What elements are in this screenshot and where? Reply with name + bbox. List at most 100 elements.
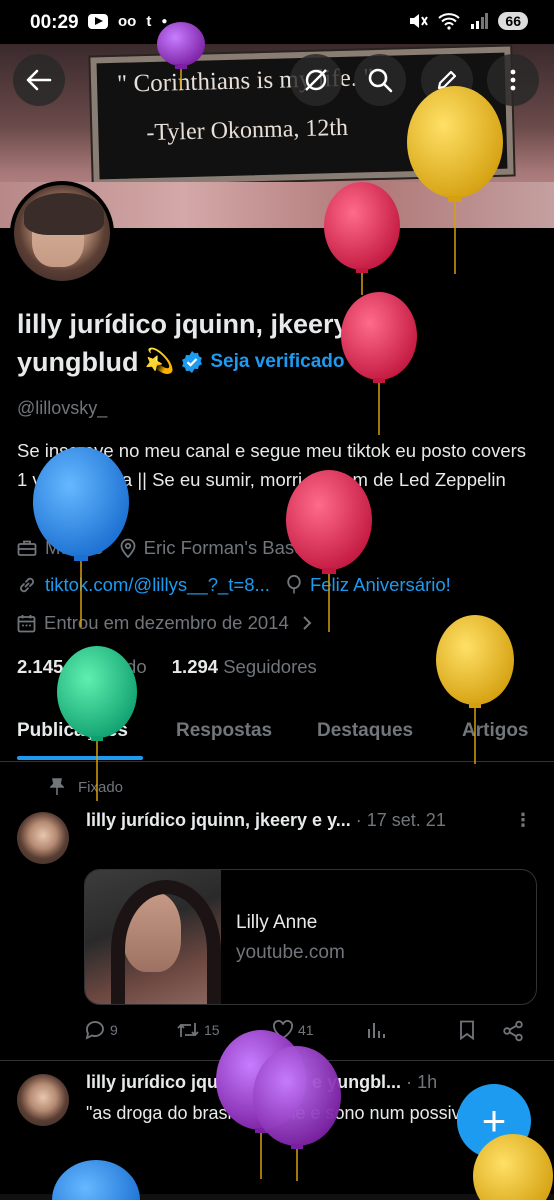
following-count: 2.145 (17, 656, 64, 677)
website-item[interactable]: tiktok.com/@lillys__?_t=8... (17, 574, 270, 596)
like-count: 41 (298, 1022, 314, 1038)
profile-avatar[interactable] (10, 181, 114, 285)
link-card[interactable]: Lilly Anne youtube.com (84, 869, 537, 1005)
follow-stats: 2.145 Seguindo 1.294 Seguidores (17, 656, 317, 678)
voicemail-icon: oo (118, 13, 137, 30)
joined-item[interactable]: Entrou em dezembro de 2014 (17, 612, 313, 634)
profile-handle: @lillovsky_ (17, 398, 108, 418)
active-tab-indicator (17, 756, 143, 760)
back-arrow-icon (26, 69, 52, 91)
bottom-navigation-edge (0, 1194, 554, 1200)
tweet-divider (0, 1060, 554, 1061)
views-button[interactable] (366, 1020, 386, 1040)
link-card-title: Lilly Anne (236, 912, 318, 933)
verified-badge-icon[interactable] (180, 350, 204, 374)
analytics-icon (368, 1023, 385, 1038)
sparkle-emoji: 💫 (144, 348, 175, 375)
search-button[interactable] (354, 54, 406, 106)
profile-tabs: Publicações Respostas Destaques Artigos (0, 712, 554, 762)
more-options-button[interactable] (487, 54, 539, 106)
location-item: Eric Forman's Basement (120, 537, 346, 559)
more-vertical-icon (510, 69, 516, 91)
bookmark-icon (460, 1020, 474, 1040)
notification-dot-icon: ● (161, 16, 168, 27)
tweet-date[interactable]: 17 set. 21 (367, 810, 446, 830)
pinned-label: Fixado (50, 778, 123, 796)
edit-button[interactable] (421, 54, 473, 106)
search-icon (368, 68, 393, 93)
location-text: Eric Forman's Basement (143, 537, 346, 558)
wifi-icon (438, 13, 461, 30)
location-pin-icon (120, 538, 136, 558)
profile-bio: Se inscreve no meu canal e segue meu tik… (17, 440, 527, 490)
plus-icon: + (481, 1097, 507, 1144)
tab-publicacoes[interactable]: Publicações (17, 720, 128, 742)
following-stat[interactable]: 2.145 Seguindo (17, 656, 147, 677)
tweet-header-2: lilly jurídico jquinn, jkeery e yungbl..… (86, 1072, 438, 1092)
tumblr-icon: t (146, 13, 152, 30)
birthday-item[interactable]: Feliz Aniversário! (286, 574, 451, 596)
mute-icon (410, 14, 429, 28)
get-verified-link[interactable]: Seja verificado (210, 343, 344, 381)
profile-meta-row-3: Entrou em dezembro de 2014 (17, 612, 313, 634)
followers-stat[interactable]: 1.294 Seguidores (172, 656, 317, 677)
grok-button[interactable] (290, 54, 342, 106)
pinned-text: Fixado (78, 778, 124, 796)
battery-indicator: 66 (498, 12, 528, 30)
heart-icon (273, 1020, 293, 1040)
link-icon (20, 577, 34, 593)
website-link[interactable]: tiktok.com/@lillys__?_t=8... (45, 574, 270, 596)
reply-icon (85, 1021, 104, 1040)
compose-button[interactable]: + (457, 1084, 531, 1158)
profile-meta-row-1: Músico Eric Forman's Basement (17, 537, 346, 559)
following-label: Seguindo (68, 656, 147, 677)
followers-label: Seguidores (223, 656, 317, 677)
profile-name-line2-row: yungblud 💫 Seja verificado (17, 343, 345, 381)
profile-meta-row-2: tiktok.com/@lillys__?_t=8... Feliz Anive… (17, 574, 451, 596)
status-time: 00:29 (30, 12, 79, 33)
status-bar: 00:29 oo t ● 66 (0, 0, 554, 44)
tweet-author-2[interactable]: lilly jurídico jquinn, jkeery e yungbl..… (86, 1072, 401, 1092)
share-button[interactable] (502, 1020, 524, 1042)
tweet-header: lilly jurídico jquinn, jkeery e y... · 1… (86, 810, 446, 830)
retweet-count: 15 (204, 1022, 220, 1038)
tweet-avatar-2[interactable] (17, 1074, 69, 1126)
grok-icon (305, 69, 327, 91)
back-button[interactable] (13, 54, 65, 106)
tweet-actions: 9 15 41 (84, 1020, 534, 1046)
followers-count: 1.294 (171, 656, 219, 677)
status-left-icons: oo t ● (88, 13, 167, 30)
tab-respostas[interactable]: Respostas (176, 720, 272, 742)
tweet-author[interactable]: lilly jurídico jquinn, jkeery e y... (86, 810, 351, 830)
occupation-item: Músico (17, 537, 104, 559)
retweet-button[interactable]: 15 (176, 1020, 220, 1040)
tab-destaques[interactable]: Destaques (317, 720, 413, 742)
tweet-more-button[interactable]: ⋮ (514, 810, 532, 831)
link-card-thumbnail (85, 870, 221, 1004)
reply-count: 9 (110, 1022, 118, 1038)
pin-icon (50, 778, 64, 795)
tab-artigos[interactable]: Artigos (462, 720, 529, 742)
bookmark-button[interactable] (458, 1020, 476, 1040)
edit-icon (437, 70, 457, 90)
reply-button[interactable]: 9 (84, 1020, 118, 1040)
tweet-avatar[interactable] (17, 812, 69, 864)
signal-icon (471, 13, 489, 29)
briefcase-icon (17, 540, 37, 556)
share-icon (503, 1020, 523, 1042)
profile-name-line2: yungblud (17, 347, 139, 377)
status-right-icons: 66 (408, 12, 528, 30)
birthday-text[interactable]: Feliz Aniversário! (310, 574, 451, 596)
like-button[interactable]: 41 (272, 1020, 314, 1040)
tweet-date-2[interactable]: 1h (417, 1072, 437, 1092)
balloon-icon (287, 575, 301, 594)
occupation-text: Músico (45, 537, 104, 558)
retweet-icon (177, 1023, 199, 1037)
banner-attribution: -Tyler Okonma, 12th (146, 114, 349, 147)
profile-name-line1: lilly jurídico jquinn, jkeery e (17, 309, 372, 339)
youtube-icon (88, 14, 108, 29)
link-card-domain: youtube.com (236, 942, 345, 963)
profile-name: lilly jurídico jquinn, jkeery e yungblud… (17, 305, 537, 381)
joined-text: Entrou em dezembro de 2014 (44, 612, 289, 633)
chevron-right-icon (303, 616, 312, 630)
